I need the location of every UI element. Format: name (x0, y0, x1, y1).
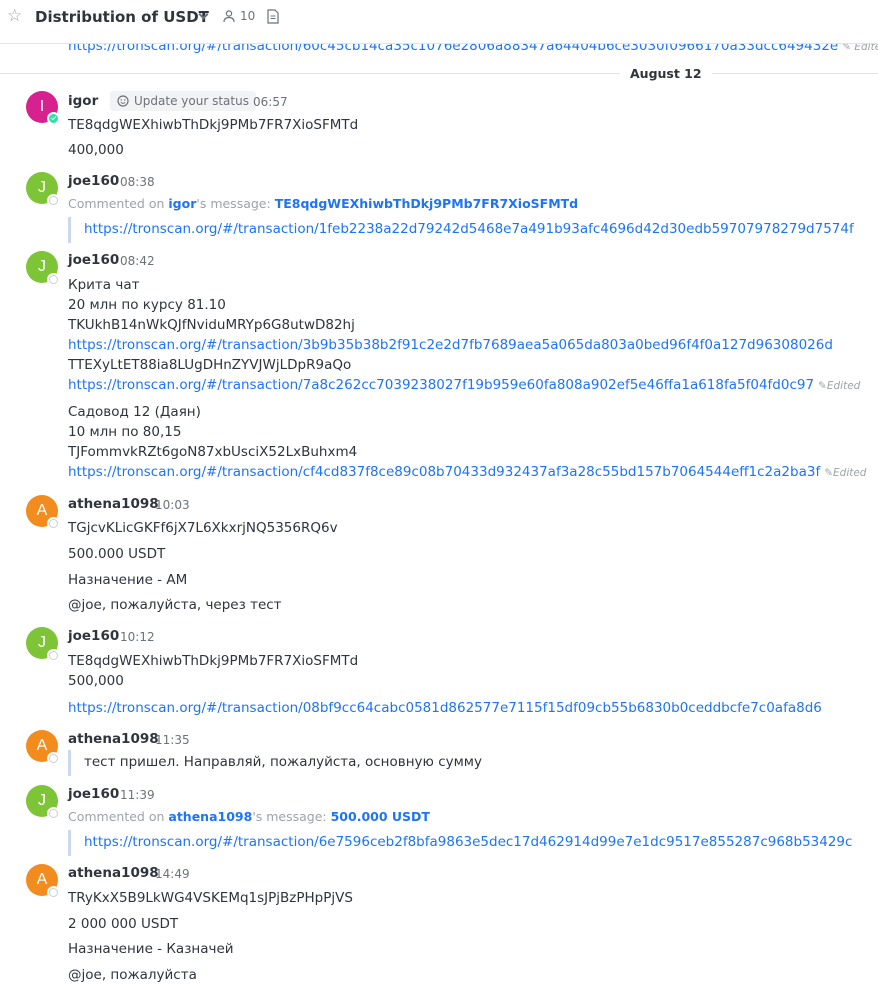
room-title[interactable]: Distribution of USDT (35, 8, 209, 26)
offline-status-icon (47, 194, 60, 207)
message-time: 11:35 (155, 733, 190, 747)
comment-reference: Commented on igor's message: TE8qdgWEXhi… (68, 196, 578, 211)
transaction-link[interactable]: https://tronscan.org/#/transaction/3b9b3… (68, 337, 833, 353)
username[interactable]: joe160 (68, 252, 119, 268)
edited-text: Edited (833, 467, 867, 479)
message-time: 10:12 (120, 630, 155, 644)
transaction-link[interactable]: https://tronscan.org/#/transaction/7a8c2… (68, 377, 814, 393)
message-text: TGjcvKLicGKFf6jX7L6XkxrjNQ5356RQ6v (68, 520, 338, 536)
message-text: 20 млн по курсу 81.10 (68, 297, 226, 313)
message-text: TTEXyLtET88ia8LUgDHnZYVJWjLDpR9aQo (68, 357, 352, 373)
comment-prefix: Commented on (68, 809, 169, 824)
offline-status-icon (47, 807, 60, 820)
online-status-icon (47, 112, 60, 125)
message-time: 14:49 (155, 867, 190, 881)
message-text: Назначение - АМ (68, 572, 188, 588)
quoted-link[interactable]: https://tronscan.org/#/transaction/1feb2… (68, 217, 854, 243)
username[interactable]: athena1098 (68, 865, 159, 881)
message-time: 10:03 (155, 498, 190, 512)
message-text: Крита чат (68, 277, 140, 293)
message-text: Назначение - Казначей (68, 941, 234, 957)
username[interactable]: athena1098 (68, 731, 159, 747)
message-time: 08:42 (120, 254, 155, 268)
pencil-icon: ✎ (824, 467, 834, 479)
message-time: 08:38 (120, 175, 155, 189)
message-text: TE8qdgWEXhiwbThDkj9PMb7FR7XioSFMTd (68, 653, 359, 669)
members-button[interactable]: 10 (222, 9, 255, 23)
username[interactable]: joe160 (68, 786, 119, 802)
offline-status-icon (47, 649, 60, 662)
edited-label: ✎Edited (818, 380, 860, 392)
offline-status-icon (47, 886, 60, 899)
message-text: TKUkhB14nWkQJfNviduMRYp6G8utwD82hj (68, 317, 355, 333)
room-header: ☆ Distribution of USDT 10 (0, 0, 878, 44)
comment-mid: 's message: (196, 196, 275, 211)
offline-status-icon (47, 517, 60, 530)
transaction-link[interactable]: https://tronscan.org/#/transaction/08bf9… (68, 700, 822, 716)
date-divider: August 12 (620, 66, 712, 81)
document-icon[interactable] (266, 9, 280, 24)
comment-message-link[interactable]: 500.000 USDT (331, 809, 430, 824)
update-status-label: Update your status (134, 94, 249, 108)
message-text: 2 000 000 USDT (68, 916, 179, 932)
message-time: 06:57 (253, 95, 288, 109)
message-text: 500,000 (68, 673, 124, 689)
message-text: @joe, пожалуйста, через тест (68, 597, 282, 613)
message-text: @joe, пожалуйста (68, 967, 197, 983)
username[interactable]: athena1098 (68, 496, 159, 512)
message-text: TJFommvkRZt6goN87xbUsciX52LxBuhxm4 (68, 444, 358, 460)
edited-label: ✎Edited (824, 467, 866, 479)
comment-prefix: Commented on (68, 196, 169, 211)
message-text: 400,000 (68, 142, 124, 158)
comment-message-link[interactable]: TE8qdgWEXhiwbThDkj9PMb7FR7XioSFMTd (275, 196, 578, 211)
star-icon[interactable]: ☆ (7, 7, 22, 25)
message-text: 500.000 USDT (68, 546, 166, 562)
user-icon (223, 10, 235, 23)
quoted-link[interactable]: https://tronscan.org/#/transaction/6e759… (68, 830, 852, 856)
edited-text: Edited (826, 380, 861, 392)
message-text: TRyKxX5B9LkWG4VSKEMq1sJPjBzPHpPjVS (68, 890, 353, 906)
offline-status-icon (47, 273, 60, 286)
message-link-line: https://tronscan.org/#/transaction/7a8c2… (68, 377, 860, 393)
pencil-icon: ✎ (818, 380, 827, 392)
message-text: TE8qdgWEXhiwbThDkj9PMb7FR7XioSFMTd (68, 117, 359, 133)
transaction-link[interactable]: https://tronscan.org/#/transaction/cf4cd… (68, 464, 820, 480)
username[interactable]: joe160 (68, 628, 119, 644)
comment-mid: 's message: (252, 809, 331, 824)
quoted-message: тест пришел. Направляй, пожалуйста, осно… (68, 750, 848, 776)
date-divider-line (0, 73, 878, 74)
username[interactable]: joe160 (68, 173, 119, 189)
update-status-button[interactable]: Update your status (110, 91, 256, 111)
message-text: Садовод 12 (Даян) (68, 404, 201, 420)
member-count: 10 (240, 9, 256, 23)
comment-user-link[interactable]: igor (168, 196, 196, 211)
comment-reference: Commented on athena1098's message: 500.0… (68, 809, 430, 824)
username[interactable]: igor (68, 93, 98, 109)
offline-status-icon (47, 752, 60, 765)
message-link-line: https://tronscan.org/#/transaction/cf4cd… (68, 464, 866, 480)
message-text: 10 млн по 80,15 (68, 424, 182, 440)
comment-user-link[interactable]: athena1098 (168, 809, 252, 824)
message-list: https://tronscan.org/#/transaction/60c45… (0, 0, 878, 994)
message-time: 11:39 (120, 788, 155, 802)
smiley-icon (117, 95, 129, 107)
